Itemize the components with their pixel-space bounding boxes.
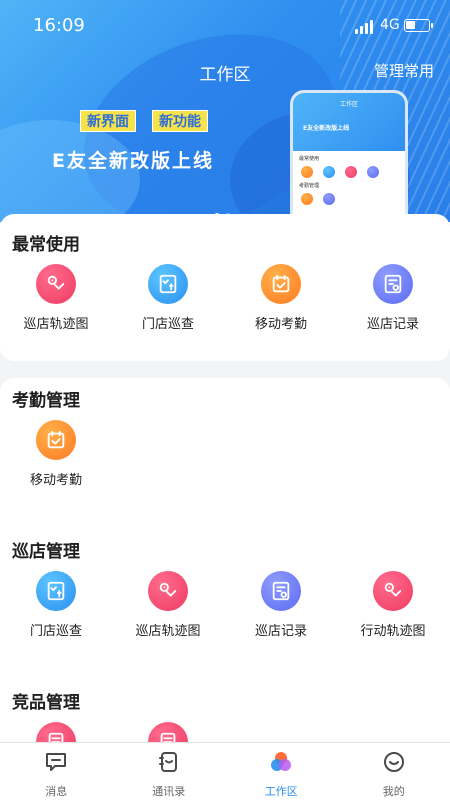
network-label: 4G	[380, 17, 400, 33]
app-item-label: 移动考勤	[254, 317, 307, 332]
checklist-icon	[148, 264, 188, 304]
phone-mockup-icons	[301, 193, 405, 205]
workspace-icon	[225, 751, 338, 777]
app-item-label: 巡店记录	[254, 624, 307, 639]
app-item-label: 门店巡查	[29, 624, 82, 639]
management-card: 考勤管理 巡店管理 竞品管理 移动考勤门店巡查 巡店轨迹图 巡店记录 行动轨迹图	[0, 378, 450, 762]
banner-slogan: E友全新改版上线	[52, 150, 214, 172]
phone-mockup-title: 工作区	[339, 101, 358, 108]
app-item-label: 门店巡查	[141, 317, 194, 332]
app-item-label: 巡店记录	[366, 317, 419, 332]
battery-level	[406, 21, 415, 29]
tab-profile[interactable]: 我的	[338, 743, 450, 800]
phone-mockup-header: 工作区 E友全新改版上线	[293, 93, 405, 151]
tab-message[interactable]: 消息	[0, 743, 113, 800]
contacts-icon	[113, 751, 226, 777]
route-map-icon	[373, 571, 413, 611]
section-title-favorites: 最常使用	[12, 235, 80, 255]
app-item[interactable]: 门店巡查	[112, 264, 224, 332]
app-item-label: 巡店轨迹图	[23, 317, 89, 332]
app-item-label: 巡店轨迹图	[135, 624, 201, 639]
app-item[interactable]: 行动轨迹图	[337, 571, 449, 639]
banner-tag-new-feature: 新功能	[152, 110, 208, 132]
phone-mockup-section: 最常使用	[299, 156, 320, 162]
route-map-icon	[148, 571, 188, 611]
tab-contacts[interactable]: 通讯录	[113, 743, 226, 800]
app-item[interactable]: 巡店轨迹图	[112, 571, 224, 639]
mockup-dot	[345, 166, 357, 178]
status-bar: 16:09 4G	[0, 0, 450, 52]
phone-mockup-section: 考勤管理	[299, 183, 320, 189]
phone-mockup: 工作区 E友全新改版上线 最常使用 考勤管理	[290, 90, 408, 222]
message-icon	[0, 751, 113, 777]
favorites-card: 最常使用 巡店轨迹图 门店巡查 移动考勤 巡店记录	[0, 214, 450, 361]
banner-tag-new-ui: 新界面	[80, 110, 136, 132]
app-item[interactable]: 巡店记录	[225, 571, 337, 639]
app-item[interactable]: 巡店轨迹图	[0, 264, 112, 332]
section-title-store-patrol: 巡店管理	[12, 542, 80, 562]
manage-favorites-button[interactable]: 管理常用	[374, 60, 434, 81]
app-item-label: 移动考勤	[29, 473, 82, 488]
record-icon	[261, 571, 301, 611]
tab-label: 工作区	[264, 785, 298, 798]
calendar-check-icon	[261, 264, 301, 304]
mockup-dot	[301, 193, 313, 205]
app-item[interactable]: 移动考勤	[0, 420, 112, 488]
calendar-check-icon	[36, 420, 76, 460]
tab-workspace[interactable]: 工作区	[225, 743, 338, 800]
record-icon	[373, 264, 413, 304]
app-item[interactable]: 门店巡查	[0, 571, 112, 639]
app-item[interactable]: 巡店记录	[337, 264, 449, 332]
app-item[interactable]: 移动考勤	[225, 264, 337, 332]
mockup-dot	[323, 166, 335, 178]
signal-icon	[355, 20, 375, 34]
profile-icon	[338, 751, 450, 777]
battery-icon	[404, 19, 433, 32]
app-item-label: 行动轨迹图	[360, 624, 426, 639]
header-banner: 16:09 4G 工作区 管理常用 新界面 新功能 E友全新改版上线 工作区 E…	[0, 0, 450, 222]
mockup-dot	[367, 166, 379, 178]
section-title-competitor: 竞品管理	[12, 693, 80, 713]
section-title-attendance: 考勤管理	[12, 391, 80, 411]
tab-label: 我的	[382, 785, 405, 798]
checklist-icon	[36, 571, 76, 611]
phone-mockup-slogan: E友全新改版上线	[303, 125, 350, 132]
tab-label: 通讯录	[152, 785, 186, 798]
tab-label: 消息	[45, 785, 68, 798]
status-time: 16:09	[33, 15, 85, 36]
route-map-icon	[36, 264, 76, 304]
bottom-tab-bar: 消息 通讯录 工作区 我的	[0, 742, 450, 800]
mockup-dot	[323, 193, 335, 205]
mockup-dot	[301, 166, 313, 178]
phone-mockup-icons	[301, 166, 405, 178]
